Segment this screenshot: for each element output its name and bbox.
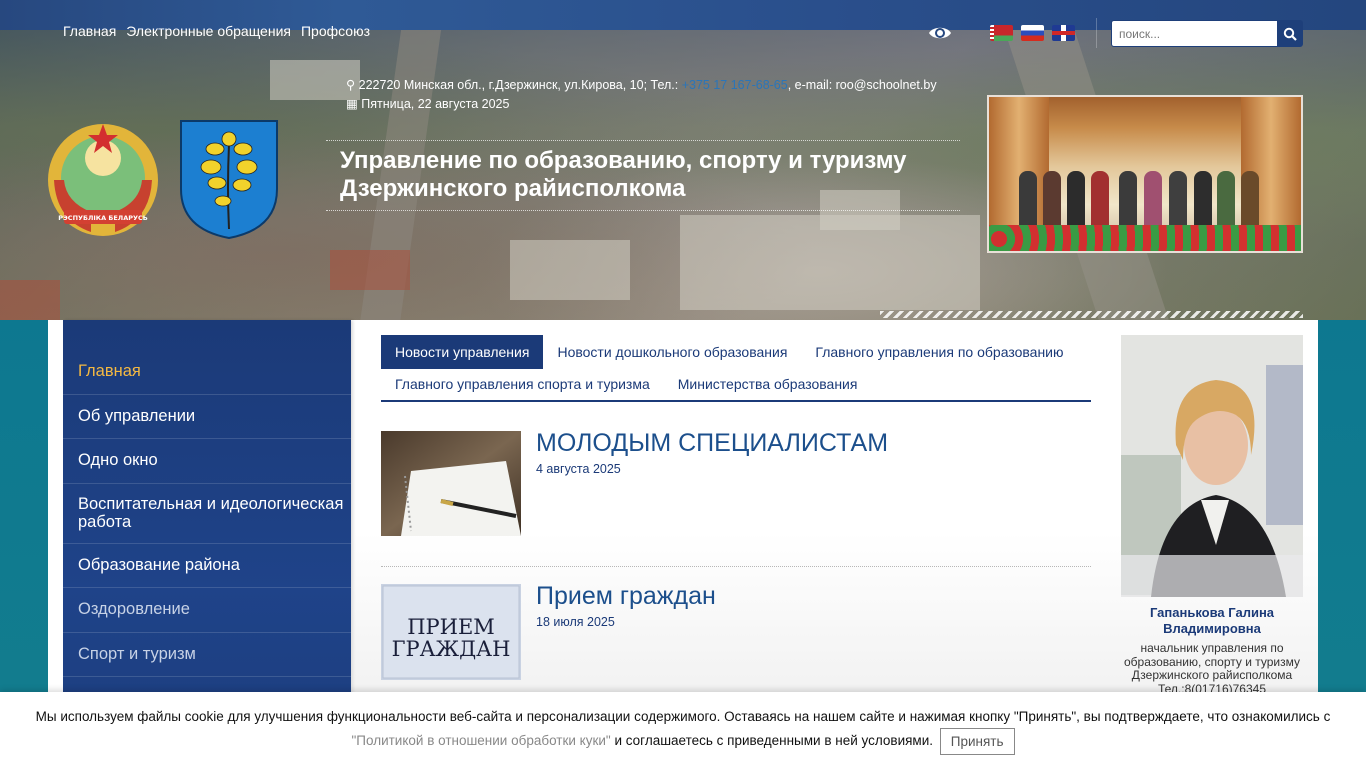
topnav-item-appeals[interactable]: Электронные обращения bbox=[126, 23, 291, 39]
tab-main-education-dept[interactable]: Главного управления по образованию bbox=[801, 335, 1077, 369]
calendar-icon: ▦ bbox=[346, 97, 358, 111]
sidebar-item-sport-tourism[interactable]: Спорт и туризм bbox=[63, 633, 351, 677]
current-date: Пятница, 22 августа 2025 bbox=[361, 97, 510, 111]
header-photo[interactable] bbox=[987, 95, 1303, 253]
flag-uk-icon[interactable] bbox=[1052, 25, 1075, 41]
news-date: 18 июля 2025 bbox=[536, 615, 615, 629]
sidebar-item-recreation[interactable]: Оздоровление bbox=[63, 588, 351, 633]
district-coat-of-arms-icon[interactable] bbox=[179, 119, 279, 240]
belarus-emblem-icon[interactable]: РЭСПУБЛІКА БЕЛАРУСЬ bbox=[46, 120, 161, 238]
cookie-accept-button[interactable]: Принять bbox=[939, 728, 1015, 755]
head-name: Гапанькова Галина Владимировна bbox=[1149, 605, 1275, 636]
news-thumbnail-notepad[interactable] bbox=[381, 431, 521, 536]
news-thumbnail-reception[interactable]: ПРИЕМ ГРАЖДАН bbox=[381, 584, 521, 680]
tab-main-sport-tourism-dept[interactable]: Главного управления спорта и туризма bbox=[381, 369, 664, 400]
site-title-line2: Дзержинского райисполкома bbox=[340, 175, 686, 202]
search-icon bbox=[1283, 27, 1297, 41]
cookie-text: Мы используем файлы cookie для улучшения… bbox=[35, 709, 1331, 724]
sidebar-item-one-window[interactable]: Одно окно bbox=[63, 439, 351, 484]
divider bbox=[381, 566, 1091, 567]
topnav-item-home[interactable]: Главная bbox=[63, 23, 116, 39]
eye-icon[interactable] bbox=[928, 24, 952, 42]
news-item: ПРИЕМ ГРАЖДАН Прием граждан 18 июля 2025 bbox=[381, 582, 1091, 680]
sidebar-item-about[interactable]: Об управлении bbox=[63, 395, 351, 439]
sidebar-item-home[interactable]: Главная bbox=[63, 350, 351, 395]
tab-preschool-news[interactable]: Новости дошкольного образования bbox=[543, 335, 801, 369]
topnav-item-union[interactable]: Профсоюз bbox=[301, 23, 370, 39]
language-switcher bbox=[990, 25, 1075, 41]
divider bbox=[1096, 18, 1097, 48]
head-role-line: образованию, спорту и туризму bbox=[1123, 654, 1301, 669]
search-button[interactable] bbox=[1277, 21, 1302, 46]
search-box bbox=[1111, 20, 1303, 47]
sidebar-item-district-education[interactable]: Образование района bbox=[63, 544, 351, 588]
search-input[interactable] bbox=[1112, 21, 1272, 46]
tab-ministry-of-education[interactable]: Министерства образования bbox=[664, 369, 872, 400]
news-tabs: Новости управления Новости дошкольного о… bbox=[381, 335, 1091, 402]
head-role-line: Дзержинского райисполкома bbox=[1131, 668, 1293, 682]
svg-text:РЭСПУБЛІКА БЕЛАРУСЬ: РЭСПУБЛІКА БЕЛАРУСЬ bbox=[58, 214, 148, 222]
phone-link[interactable]: +375 17 167-68-65 bbox=[682, 78, 788, 92]
news-item: МОЛОДЫМ СПЕЦИАЛИСТАМ 4 августа 2025 bbox=[381, 429, 1091, 536]
head-portrait-photo[interactable] bbox=[1121, 335, 1303, 597]
contact-info: ⚲ 222720 Минская обл., г.Дзержинск, ул.К… bbox=[346, 76, 937, 114]
news-title-link[interactable]: МОЛОДЫМ СПЕЦИАЛИСТАМ bbox=[536, 429, 888, 458]
email-text: , e-mail: roo@schoolnet.by bbox=[787, 78, 937, 92]
head-role-line: начальник управления по bbox=[1140, 641, 1284, 655]
news-date: 4 августа 2025 bbox=[536, 462, 621, 476]
site-title-line1: Управление по образованию, спорту и тури… bbox=[340, 147, 907, 174]
cookie-text-end: и соглашаетесь с приведенными в ней усло… bbox=[610, 733, 933, 749]
decorative-stripe bbox=[880, 311, 1303, 318]
svg-text:ГРАЖДАН: ГРАЖДАН bbox=[392, 637, 511, 661]
svg-text:ПРИЕМ: ПРИЕМ bbox=[407, 615, 495, 639]
sidebar-item-education-work[interactable]: Воспитательная и идеологическая работа bbox=[63, 484, 351, 544]
tab-department-news[interactable]: Новости управления bbox=[381, 335, 544, 369]
flag-belarus-icon[interactable] bbox=[990, 25, 1013, 41]
address-text: 222720 Минская обл., г.Дзержинск, ул.Кир… bbox=[358, 78, 682, 92]
cookie-policy-link[interactable]: "Политикой в отношении обработки куки" bbox=[351, 733, 610, 748]
cookie-banner: Мы используем файлы cookie для улучшения… bbox=[0, 692, 1366, 768]
flag-russia-icon[interactable] bbox=[1021, 25, 1044, 41]
location-icon: ⚲ bbox=[346, 78, 356, 92]
news-title-link[interactable]: Прием граждан bbox=[536, 582, 716, 611]
site-title: Управление по образованию, спорту и тури… bbox=[326, 140, 960, 211]
head-position: начальник управления по образованию, спо… bbox=[1121, 641, 1303, 696]
top-navigation: Главная Электронные обращения Профсоюз bbox=[63, 23, 370, 39]
